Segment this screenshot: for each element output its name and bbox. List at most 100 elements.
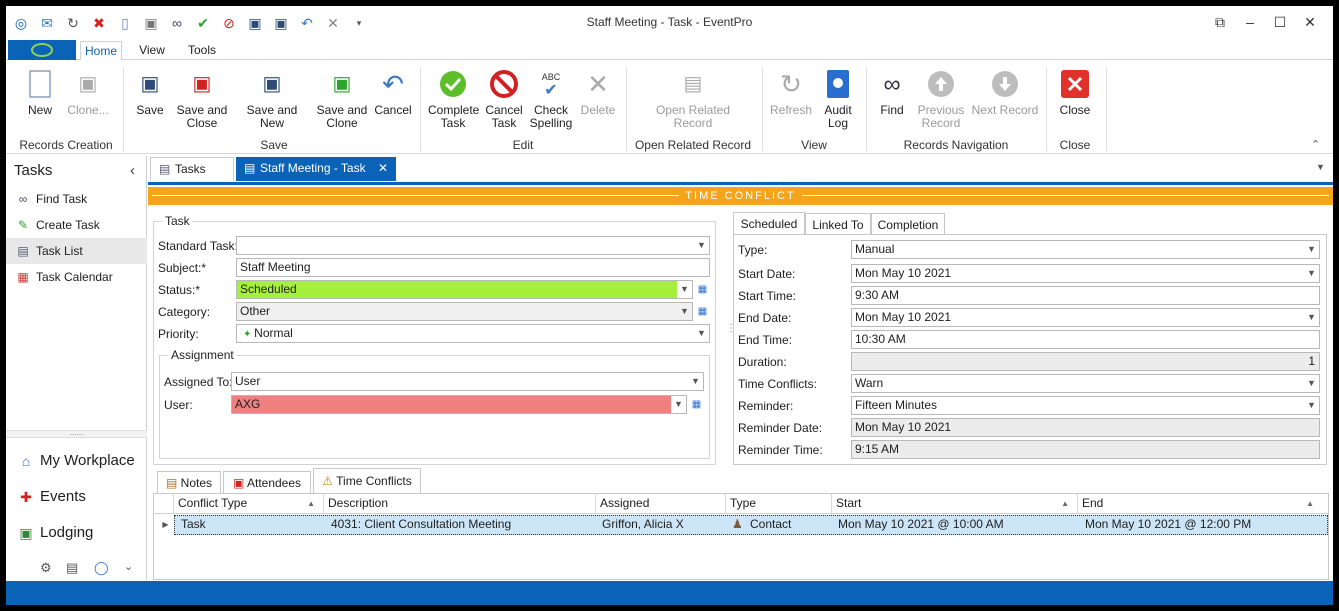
save-clone-button[interactable]: ▣ Save and Clone [314, 69, 370, 130]
close-button[interactable]: Close [1052, 69, 1098, 117]
tab-tools[interactable]: Tools [182, 41, 222, 60]
tab-linked-to[interactable]: Linked To [805, 213, 871, 235]
status-field[interactable]: Scheduled ▼ [236, 280, 693, 299]
check-circle-icon [438, 69, 468, 99]
chevron-down-icon[interactable]: ▼ [1304, 397, 1319, 414]
ribbon-tabs: Home View Tools [6, 38, 1333, 60]
category-edit-icon[interactable]: ▦ [695, 303, 710, 320]
start-time-field[interactable]: 9:30 AM [851, 286, 1320, 305]
clone-button[interactable]: ▣ Clone... [64, 69, 112, 117]
complete-task-button[interactable]: Complete Task [428, 69, 479, 130]
chevron-down-icon[interactable]: ▼ [1304, 265, 1319, 282]
user-edit-icon[interactable]: ▦ [689, 396, 704, 413]
sidebar-item-my-workplace[interactable]: ⌂ My Workplace [6, 443, 147, 479]
sidebar-item-find-task[interactable]: ∞ Find Task [6, 186, 147, 212]
column-assigned[interactable]: Assigned [596, 494, 726, 513]
column-conflict-type[interactable]: Conflict Type ▲ [174, 494, 324, 513]
open-related-button[interactable]: ▤ Open Related Record [646, 69, 740, 130]
reminder-field[interactable]: Fifteen Minutes ▼ [851, 396, 1320, 415]
find-button[interactable]: ∞ Find [872, 69, 912, 117]
chevron-down-icon[interactable]: ▼ [688, 373, 703, 390]
chevron-down-icon[interactable]: ▼ [671, 396, 686, 413]
end-date-field[interactable]: Mon May 10 2021 ▼ [851, 308, 1320, 327]
type-field[interactable]: Manual ▼ [851, 240, 1320, 259]
collapse-ribbon-icon[interactable]: ⌃ [1311, 138, 1320, 151]
status-edit-icon[interactable]: ▦ [695, 281, 710, 298]
lodging-icon: ▣ [19, 525, 33, 541]
chevron-down-icon[interactable]: ▼ [694, 237, 709, 254]
tab-attendees[interactable]: ▣ Attendees [223, 471, 311, 494]
tab-time-conflicts[interactable]: ⚠ Time Conflicts [313, 468, 421, 494]
subject-field[interactable]: Staff Meeting [236, 258, 710, 277]
assigned-to-field[interactable]: User ▼ [231, 372, 704, 391]
save-button[interactable]: ▣ Save [132, 69, 168, 117]
cancel-task-button[interactable]: Cancel Task [482, 69, 526, 130]
close-tab-icon[interactable]: ✕ [378, 157, 388, 179]
cell-conflict-type: Task [181, 517, 206, 531]
chevron-down-icon[interactable]: ▼ [1304, 309, 1319, 326]
sidebar-item-events[interactable]: ✚ Events [6, 479, 147, 515]
column-end[interactable]: End ▲ [1078, 494, 1328, 513]
standard-task-field[interactable]: ▼ [236, 236, 710, 255]
sidebar-item-task-list[interactable]: ▤ Task List [6, 238, 147, 264]
save-close-button[interactable]: ▣ Save and Close [174, 69, 230, 130]
chevron-down-icon[interactable]: ▼ [677, 281, 692, 298]
tab-notes[interactable]: ▤ Notes [157, 471, 221, 494]
configure-icon[interactable]: ⚙ [40, 560, 52, 576]
delete-button[interactable]: ✕ Delete [578, 69, 618, 117]
chat-icon[interactable]: ◯ [94, 560, 109, 576]
sidebar-item-task-calendar[interactable]: ▦ Task Calendar [6, 264, 147, 290]
start-date-field[interactable]: Mon May 10 2021 ▼ [851, 264, 1320, 283]
start-time-label: Start Time: [738, 289, 797, 303]
column-start[interactable]: Start ▲ [832, 494, 1078, 513]
sidebar-splitter[interactable]: ...... [6, 429, 147, 438]
app-menu-button[interactable] [8, 40, 76, 60]
tab-list-dropdown-icon[interactable]: ▼ [1316, 162, 1325, 172]
splitter-grip[interactable]: ⋮ [726, 324, 736, 334]
table-row[interactable]: ▶ Task 4031: Client Consultation Meeting… [154, 515, 1328, 535]
chevron-down-icon[interactable]: ▼ [694, 325, 709, 342]
save-close-icon-large: ▣ [192, 72, 212, 95]
tab-view[interactable]: View [132, 41, 172, 60]
settings-icon[interactable]: ▤ [66, 560, 78, 576]
collapse-sidebar-icon[interactable]: ‹ [130, 162, 135, 179]
tab-tasks[interactable]: ▤ Tasks [150, 157, 234, 181]
check-spelling-button[interactable]: ABC ✔ Check Spelling [528, 69, 574, 130]
new-button[interactable]: New [20, 69, 60, 117]
audit-log-button[interactable]: Audit Log [818, 69, 858, 130]
end-time-field[interactable]: 10:30 AM [851, 330, 1320, 349]
group-label-records-creation: Records Creation [19, 138, 113, 152]
column-type[interactable]: Type [726, 494, 832, 513]
refresh-button[interactable]: ↻ Refresh [768, 69, 814, 117]
next-record-button[interactable]: Next Record [970, 69, 1040, 117]
column-description[interactable]: Description [324, 494, 596, 513]
previous-record-button[interactable]: Previous Record [914, 69, 968, 130]
chevron-down-icon[interactable]: ▼ [677, 303, 692, 320]
close-window-button[interactable]: ✕ [1300, 12, 1320, 32]
spelling-icon: ABC ✔ [541, 72, 561, 99]
category-field[interactable]: Other ▼ [236, 302, 693, 321]
duration-field: 1 [851, 352, 1320, 371]
tab-staff-meeting-task[interactable]: ▤ Staff Meeting - Task ✕ [236, 157, 396, 181]
grid-header: Conflict Type ▲ Description Assigned Type… [154, 494, 1328, 514]
user-field[interactable]: AXG ▼ [231, 395, 687, 414]
group-label-edit: Edit [512, 138, 534, 152]
more-items-icon[interactable]: ⌄ [124, 560, 133, 573]
tab-scheduled[interactable]: Scheduled [733, 212, 805, 235]
chevron-down-icon[interactable]: ▼ [1304, 241, 1319, 258]
maximize-button[interactable]: ☐ [1270, 12, 1290, 32]
restore-icon[interactable]: ⧉ [1210, 12, 1230, 32]
tab-home[interactable]: Home [80, 41, 122, 60]
sidebar-item-create-task[interactable]: ✎ Create Task [6, 212, 147, 238]
task-tab-icon: ▤ [244, 161, 256, 175]
separator [123, 67, 124, 151]
chevron-down-icon[interactable]: ▼ [1304, 375, 1319, 392]
reminder-time-field: 9:15 AM [851, 440, 1320, 459]
minimize-button[interactable]: – [1240, 12, 1260, 32]
time-conflicts-field[interactable]: Warn ▼ [851, 374, 1320, 393]
tab-completion[interactable]: Completion [871, 213, 945, 235]
priority-field[interactable]: ✦ Normal ▼ [236, 324, 710, 343]
sidebar-item-lodging[interactable]: ▣ Lodging [6, 515, 147, 551]
save-new-button[interactable]: ▣ Save and New [234, 69, 310, 130]
cancel-button[interactable]: ↶ Cancel [372, 69, 414, 117]
